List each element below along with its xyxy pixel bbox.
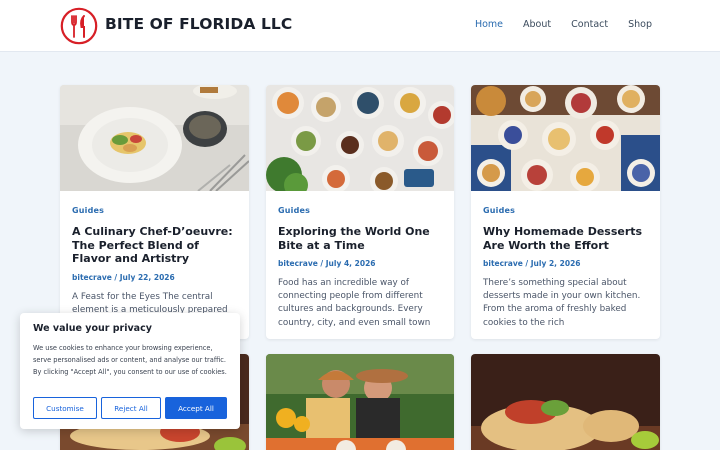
fork-knife-logo-icon[interactable]	[60, 7, 98, 45]
customise-button[interactable]: Customise	[33, 397, 97, 419]
post-date[interactable]: July 22, 2026	[120, 273, 175, 282]
nav-home[interactable]: Home	[475, 19, 503, 30]
accept-all-button[interactable]: Accept All	[165, 397, 227, 419]
post-image-dessert-table[interactable]	[471, 85, 660, 191]
nav-shop[interactable]: Shop	[628, 19, 652, 30]
nav-about[interactable]: About	[523, 19, 551, 30]
post-card: Guides A Culinary Chef-D’oeuvre: The Per…	[60, 85, 249, 339]
post-date[interactable]: July 2, 2026	[531, 259, 581, 268]
main-nav: Home About Contact Shop	[475, 19, 652, 30]
post-category[interactable]: Guides	[72, 206, 237, 215]
post-meta: bitecrave / July 2, 2026	[483, 259, 581, 268]
reject-all-button[interactable]: Reject All	[101, 397, 161, 419]
post-image-table-spread[interactable]	[266, 85, 454, 191]
post-card: Guides Exploring the World One Bite at a…	[266, 85, 454, 339]
post-image-friends-dining[interactable]	[266, 354, 454, 450]
post-title[interactable]: A Culinary Chef-D’oeuvre: The Perfect Bl…	[72, 225, 237, 266]
post-category[interactable]: Guides	[278, 206, 442, 215]
site-header: BITE OF FLORIDA LLC Home About Contact S…	[0, 0, 720, 52]
post-card	[471, 354, 660, 450]
site-title[interactable]: BITE OF FLORIDA LLC	[105, 15, 292, 33]
post-author[interactable]: bitecrave	[72, 273, 112, 282]
post-image-plated-dish[interactable]	[60, 85, 249, 191]
cookie-consent-banner: We value your privacy We use cookies to …	[20, 313, 240, 429]
cookie-title: We value your privacy	[33, 323, 152, 334]
cookie-text: We use cookies to enhance your browsing …	[33, 344, 227, 376]
post-meta: bitecrave / July 22, 2026	[72, 272, 175, 282]
post-author[interactable]: bitecrave	[278, 259, 318, 268]
cookie-buttons: Customise Reject All Accept All	[33, 397, 227, 419]
post-title[interactable]: Exploring the World One Bite at a Time	[278, 225, 442, 252]
nav-contact[interactable]: Contact	[571, 19, 608, 30]
post-date[interactable]: July 4, 2026	[326, 259, 376, 268]
post-excerpt: There’s something special about desserts…	[483, 278, 641, 328]
post-card: Guides Why Homemade Desserts Are Worth t…	[471, 85, 660, 339]
post-author[interactable]: bitecrave	[483, 259, 523, 268]
post-category[interactable]: Guides	[483, 206, 648, 215]
post-card	[266, 354, 454, 450]
post-image-burrito-close[interactable]	[471, 354, 660, 450]
post-title[interactable]: Why Homemade Desserts Are Worth the Effo…	[483, 225, 648, 252]
post-excerpt: Food has an incredible way of connecting…	[278, 278, 431, 328]
post-meta: bitecrave / July 4, 2026	[278, 259, 376, 268]
